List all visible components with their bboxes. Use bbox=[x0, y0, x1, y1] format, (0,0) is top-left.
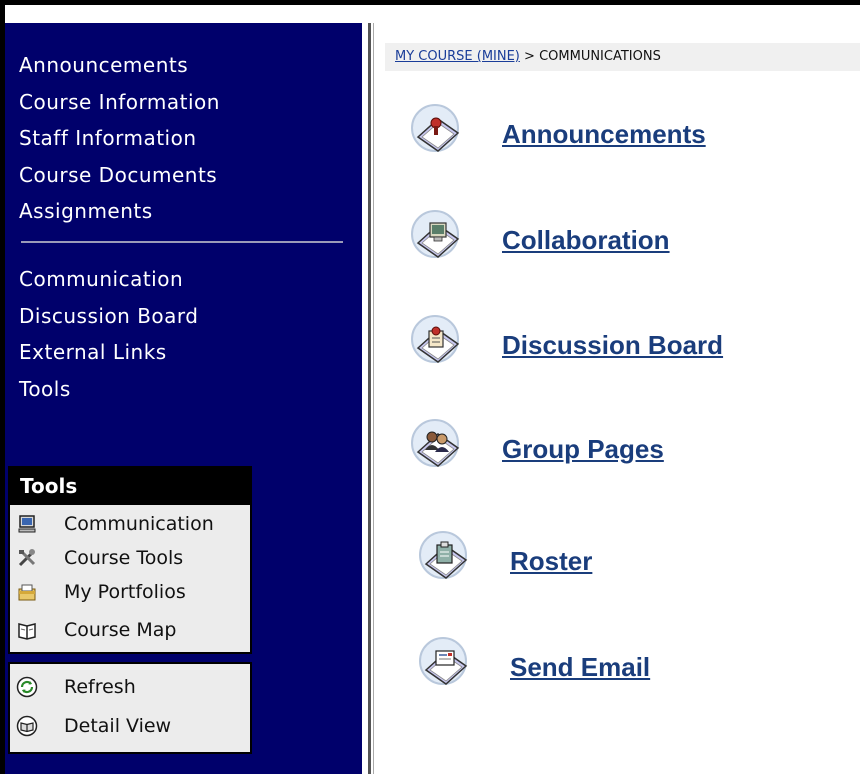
entry-announcements: Announcements bbox=[410, 103, 706, 165]
nav-communication[interactable]: Communication bbox=[19, 261, 199, 298]
group-pages-link[interactable]: Group Pages bbox=[502, 434, 664, 465]
entry-send-email: Send Email bbox=[418, 636, 650, 698]
portfolio-icon bbox=[16, 581, 38, 603]
entry-collaboration: Collaboration bbox=[410, 209, 670, 271]
roster-link[interactable]: Roster bbox=[510, 546, 592, 577]
breadcrumb-current: COMMUNICATIONS bbox=[539, 49, 661, 64]
breadcrumb-separator: > bbox=[524, 49, 535, 64]
refresh-button[interactable]: Refresh bbox=[10, 670, 250, 704]
discussion-board-icon[interactable] bbox=[410, 314, 472, 376]
detail-view-icon bbox=[16, 715, 38, 737]
view-panel: Refresh Detail View bbox=[8, 662, 252, 754]
frame-divider bbox=[368, 23, 371, 774]
course-menu-secondary: Communication Discussion Board External … bbox=[19, 261, 199, 407]
roster-icon[interactable] bbox=[418, 530, 480, 592]
tools-panel-title: Tools bbox=[10, 468, 250, 505]
nav-staff-information[interactable]: Staff Information bbox=[19, 120, 220, 157]
announcements-icon[interactable] bbox=[410, 103, 472, 165]
nav-course-documents[interactable]: Course Documents bbox=[19, 157, 220, 194]
nav-course-information[interactable]: Course Information bbox=[19, 84, 220, 121]
tool-communication[interactable]: Communication bbox=[10, 507, 250, 541]
computer-icon bbox=[16, 513, 38, 535]
entry-group-pages: Group Pages bbox=[410, 418, 664, 480]
refresh-label: Refresh bbox=[64, 676, 136, 698]
group-pages-icon[interactable] bbox=[410, 418, 472, 480]
tool-course-tools[interactable]: Course Tools bbox=[10, 541, 250, 575]
tool-label: My Portfolios bbox=[64, 581, 186, 603]
nav-external-links[interactable]: External Links bbox=[19, 334, 199, 371]
tool-my-portfolios[interactable]: My Portfolios bbox=[10, 575, 250, 609]
tools-panel: Tools Communication Course Tools My Port… bbox=[8, 466, 252, 654]
detail-view-label: Detail View bbox=[64, 715, 172, 737]
entry-roster: Roster bbox=[418, 530, 592, 592]
send-email-icon[interactable] bbox=[418, 636, 480, 698]
tool-label: Course Map bbox=[64, 619, 177, 641]
nav-divider bbox=[21, 241, 343, 243]
send-email-link[interactable]: Send Email bbox=[510, 652, 650, 683]
course-menu-primary: Announcements Course Information Staff I… bbox=[19, 47, 220, 230]
nav-announcements[interactable]: Announcements bbox=[19, 47, 220, 84]
collaboration-icon[interactable] bbox=[410, 209, 472, 271]
tool-label: Course Tools bbox=[64, 547, 184, 569]
breadcrumb-course-link[interactable]: MY COURSE (MINE) bbox=[395, 49, 520, 64]
breadcrumb: MY COURSE (MINE) > COMMUNICATIONS bbox=[385, 43, 860, 71]
collaboration-link[interactable]: Collaboration bbox=[502, 225, 670, 256]
map-book-icon bbox=[16, 619, 38, 641]
refresh-icon bbox=[16, 676, 38, 698]
tool-label: Communication bbox=[64, 513, 214, 535]
discussion-board-link[interactable]: Discussion Board bbox=[502, 330, 723, 361]
detail-view-button[interactable]: Detail View bbox=[10, 709, 250, 743]
tool-course-map[interactable]: Course Map bbox=[10, 613, 250, 647]
tools-icon bbox=[16, 547, 38, 569]
nav-tools[interactable]: Tools bbox=[19, 371, 199, 408]
nav-assignments[interactable]: Assignments bbox=[19, 193, 220, 230]
nav-discussion-board[interactable]: Discussion Board bbox=[19, 298, 199, 335]
announcements-link[interactable]: Announcements bbox=[502, 119, 706, 150]
frame-divider-highlight bbox=[373, 23, 374, 774]
entry-discussion-board: Discussion Board bbox=[410, 314, 723, 376]
